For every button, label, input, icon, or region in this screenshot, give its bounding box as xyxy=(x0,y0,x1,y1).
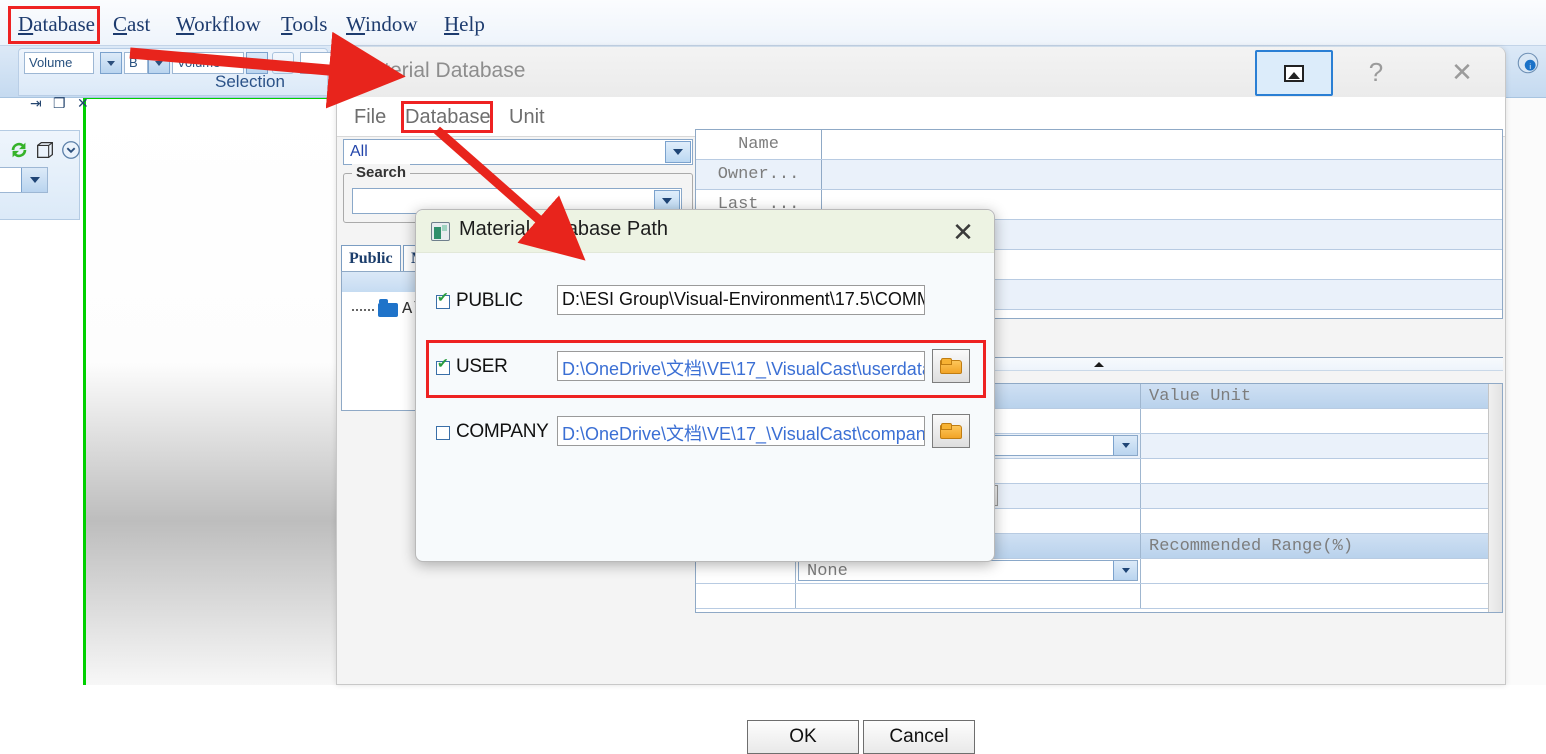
matdb-titlebar[interactable]: Material Database ? ✕ xyxy=(337,47,1505,97)
public-path-value: D:\ESI Group\Visual-Environment\17.5\COM… xyxy=(562,289,925,309)
company-browse-button[interactable] xyxy=(932,414,970,448)
table-row[interactable]: None xyxy=(696,559,1502,584)
selection-group-label: Selection xyxy=(215,72,285,91)
matdb-help-button[interactable]: ? xyxy=(1333,47,1419,97)
left-panel-combo[interactable] xyxy=(0,167,48,193)
info-row-key: Name xyxy=(696,130,822,159)
info-row-key: Owner... xyxy=(696,160,822,189)
path-dialog-title: Material Database Path xyxy=(459,218,669,240)
matdb-menu-unit[interactable]: Unit xyxy=(509,106,545,129)
path-dialog-titlebar[interactable]: Material Database Path ✕ xyxy=(416,210,994,253)
main-menubar: Database Cast Workflow Tools Window Help xyxy=(0,0,1546,46)
path-row-company: COMPANY D:\OneDrive\文档\VE\17_\VisualCast… xyxy=(416,414,994,458)
prop-col-value-unit: Value Unit xyxy=(1141,384,1502,408)
prop-cell-none[interactable]: None xyxy=(796,559,1141,583)
menu-item-workflow[interactable]: Workflow xyxy=(176,12,261,37)
dock-controls: ⇥ ❐ ✕ xyxy=(25,95,95,115)
path-row-public: PUBLIC D:\ESI Group\Visual-Environment\1… xyxy=(416,285,994,327)
menu-item-tools[interactable]: Tools xyxy=(281,12,327,37)
none-dropdown-arrow[interactable] xyxy=(1113,561,1137,580)
matdb-menu-database-highlight-box xyxy=(401,101,493,133)
matdb-menu-file[interactable]: File xyxy=(354,106,386,129)
b-combo-arrow[interactable] xyxy=(148,52,170,74)
none-dropdown-value: None xyxy=(807,562,848,581)
prop-col-recommended: Recommended Range(%) xyxy=(1141,534,1502,558)
public-path-input[interactable]: D:\ESI Group\Visual-Environment\17.5\COM… xyxy=(557,285,925,315)
company-path-value: D:\OneDrive\文档\VE\17_\VisualCast\company… xyxy=(562,424,925,444)
menu-item-cast[interactable]: Cast xyxy=(113,12,150,37)
recommended-range-header: Recommended Range(%) xyxy=(1149,537,1354,556)
volume-combo-1-arrow[interactable] xyxy=(100,52,122,74)
matdb-window-buttons: ? ✕ xyxy=(1245,47,1505,97)
left-panel-combo-arrow[interactable] xyxy=(21,168,47,192)
help-globe-icon[interactable]: i xyxy=(1515,50,1541,76)
tree-connector xyxy=(352,308,374,311)
refresh-icon[interactable] xyxy=(8,139,30,161)
folder-icon xyxy=(378,298,398,317)
dropdown-icon[interactable] xyxy=(60,139,82,161)
public-label: PUBLIC xyxy=(456,290,523,311)
matdb-close-button[interactable]: ✕ xyxy=(1419,47,1505,97)
path-dialog-close-button[interactable]: ✕ xyxy=(948,217,978,247)
company-checkbox[interactable] xyxy=(436,426,450,440)
table-row[interactable]: Name xyxy=(696,130,1502,160)
menu-item-help[interactable]: Help xyxy=(444,12,485,37)
unpin-icon[interactable]: ⇥ xyxy=(30,95,42,112)
matdb-search-legend: Search xyxy=(352,164,411,181)
table-row[interactable] xyxy=(696,584,1502,609)
volume-combo-1[interactable]: Volume xyxy=(24,52,94,74)
matdb-filter-combo-value: All xyxy=(350,143,368,160)
cancel-button[interactable]: Cancel xyxy=(863,720,975,754)
info-row-value[interactable] xyxy=(822,130,1502,159)
b-combo[interactable]: B xyxy=(124,52,148,74)
none-dropdown[interactable]: None xyxy=(798,560,1138,581)
prop-header-value-unit: Value Unit xyxy=(1149,387,1252,406)
matdb-picture-button[interactable] xyxy=(1247,47,1333,97)
close-icon[interactable]: ✕ xyxy=(77,95,89,112)
info-row-value[interactable] xyxy=(822,160,1502,189)
restore-icon[interactable]: ❐ xyxy=(53,95,66,112)
table-row[interactable]: Owner... xyxy=(696,160,1502,190)
company-label: COMPANY xyxy=(456,421,549,442)
public-checkbox[interactable] xyxy=(436,290,450,309)
list-icon[interactable] xyxy=(272,52,294,74)
open-folder-icon xyxy=(940,423,962,439)
matdb-filter-combo[interactable]: All xyxy=(343,139,693,165)
volume-combo-2[interactable]: Volume xyxy=(172,52,244,74)
user-row-highlight-box xyxy=(426,340,986,398)
picture-icon xyxy=(1284,64,1304,82)
property-table-scrollbar[interactable] xyxy=(1488,384,1502,612)
matdb-title: Material Database xyxy=(355,59,526,82)
left-docked-panel xyxy=(0,130,80,220)
menu-item-window[interactable]: Window xyxy=(346,12,417,37)
scheil-dropdown-arrow[interactable] xyxy=(1113,436,1137,455)
company-path-input[interactable]: D:\OneDrive\文档\VE\17_\VisualCast\company… xyxy=(557,416,925,446)
cube-icon[interactable] xyxy=(34,139,56,161)
window-panel-icon xyxy=(431,222,450,241)
matdb-picture-button-active[interactable] xyxy=(1255,50,1333,96)
matdb-filter-combo-arrow[interactable] xyxy=(665,141,691,163)
volume-combo-2-arrow[interactable] xyxy=(246,52,268,74)
material-database-path-dialog: Material Database Path ✕ PUBLIC D:\ESI G… xyxy=(415,209,995,754)
matdb-tab-public[interactable]: Public xyxy=(341,245,401,271)
menu-database-highlight-box xyxy=(8,6,100,44)
ok-button[interactable]: OK xyxy=(747,720,859,754)
